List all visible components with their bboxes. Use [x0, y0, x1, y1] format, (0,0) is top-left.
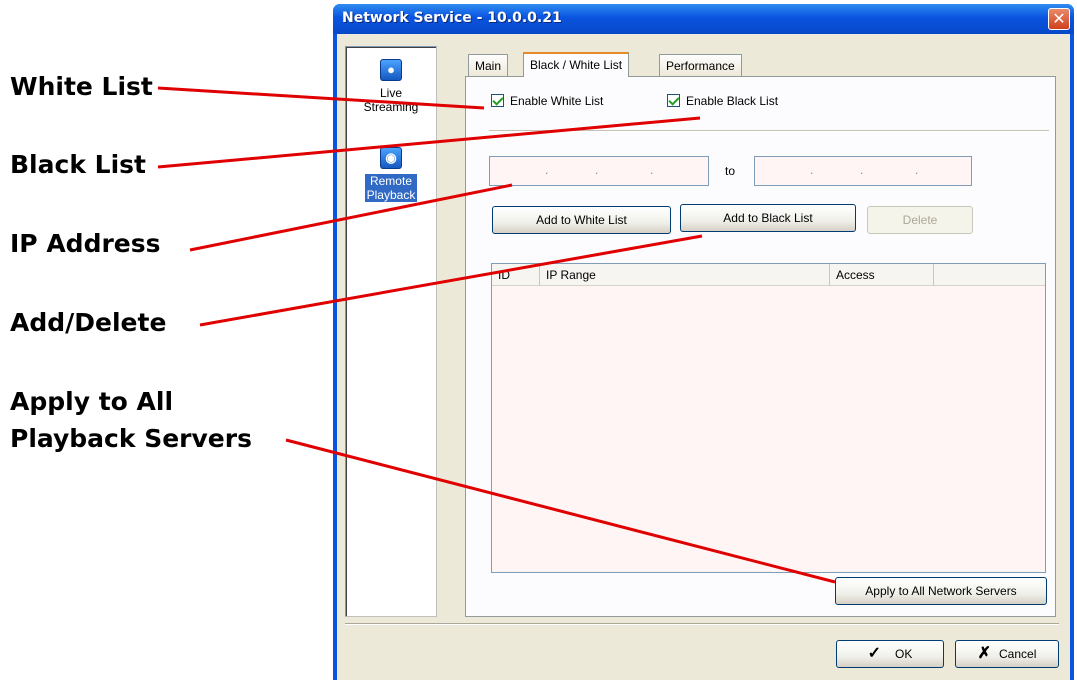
sidebar-item-live-streaming[interactable]: ● Live Streaming [346, 59, 436, 114]
ok-button[interactable]: ✓ OK [836, 640, 944, 668]
close-icon: ✕ [1052, 9, 1066, 28]
separator [489, 130, 1049, 132]
x-icon: ✗ [977, 645, 992, 662]
tab-black-white-list[interactable]: Black / White List [523, 52, 630, 77]
tab-performance[interactable]: Performance [659, 54, 742, 76]
callout-apply-line2: Playback Servers [10, 424, 252, 453]
sidebar-label-playback: Playback [366, 188, 416, 202]
tab-main[interactable]: Main [468, 54, 509, 76]
checkbox-checked-icon [491, 94, 504, 107]
title-bar[interactable]: Network Service - 10.0.0.21 ✕ [333, 4, 1074, 34]
footer-separator [345, 623, 1059, 625]
cancel-label: Cancel [999, 647, 1037, 661]
cancel-button[interactable]: ✗ Cancel [955, 640, 1059, 668]
list-header: ID IP Range Access [492, 264, 1045, 286]
ip-end-field[interactable]: . . . [754, 156, 972, 186]
close-button[interactable]: ✕ [1048, 8, 1070, 30]
service-sidebar: ● Live Streaming ◉ Remote Playback [345, 46, 437, 617]
sidebar-label-remote: Remote [369, 174, 412, 188]
remote-playback-icon: ◉ [380, 147, 402, 169]
ip-list[interactable]: ID IP Range Access [491, 263, 1046, 573]
enable-black-list-label: Enable Black List [686, 94, 779, 108]
callout-apply-line1: Apply to All [10, 387, 174, 416]
column-ip-range[interactable]: IP Range [540, 264, 830, 286]
sidebar-item-remote-playback[interactable]: ◉ Remote Playback [346, 147, 436, 202]
add-to-white-list-button[interactable]: Add to White List [492, 206, 671, 234]
checkbox-checked-icon [667, 94, 680, 107]
window-title: Network Service - 10.0.0.21 [342, 10, 562, 26]
sidebar-label-live: Live [379, 86, 402, 100]
column-id[interactable]: ID [492, 264, 540, 286]
checkmark-icon: ✓ [867, 645, 882, 662]
sidebar-label-streaming: Streaming [363, 100, 419, 114]
enable-black-list-checkbox[interactable]: Enable Black List [667, 94, 778, 108]
add-to-black-list-button[interactable]: Add to Black List [680, 204, 856, 232]
callout-add-delete: Add/Delete [10, 308, 167, 337]
delete-button[interactable]: Delete [867, 206, 973, 234]
live-streaming-icon: ● [380, 59, 402, 81]
ip-start-field[interactable]: . . . [489, 156, 709, 186]
callout-white-list: White List [10, 72, 153, 101]
callout-black-list: Black List [10, 150, 146, 179]
network-service-dialog: Network Service - 10.0.0.21 ✕ ● Live Stre… [333, 4, 1074, 680]
enable-white-list-label: Enable White List [510, 94, 604, 108]
callout-ip-address: IP Address [10, 229, 161, 258]
to-label: to [725, 164, 736, 178]
ok-label: OK [895, 647, 913, 661]
column-access[interactable]: Access [830, 264, 934, 286]
dialog-body: ● Live Streaming ◉ Remote Playback Main Bl… [337, 34, 1070, 680]
apply-to-all-network-servers-button[interactable]: Apply to All Network Servers [835, 577, 1047, 605]
enable-white-list-checkbox[interactable]: Enable White List [491, 94, 603, 108]
